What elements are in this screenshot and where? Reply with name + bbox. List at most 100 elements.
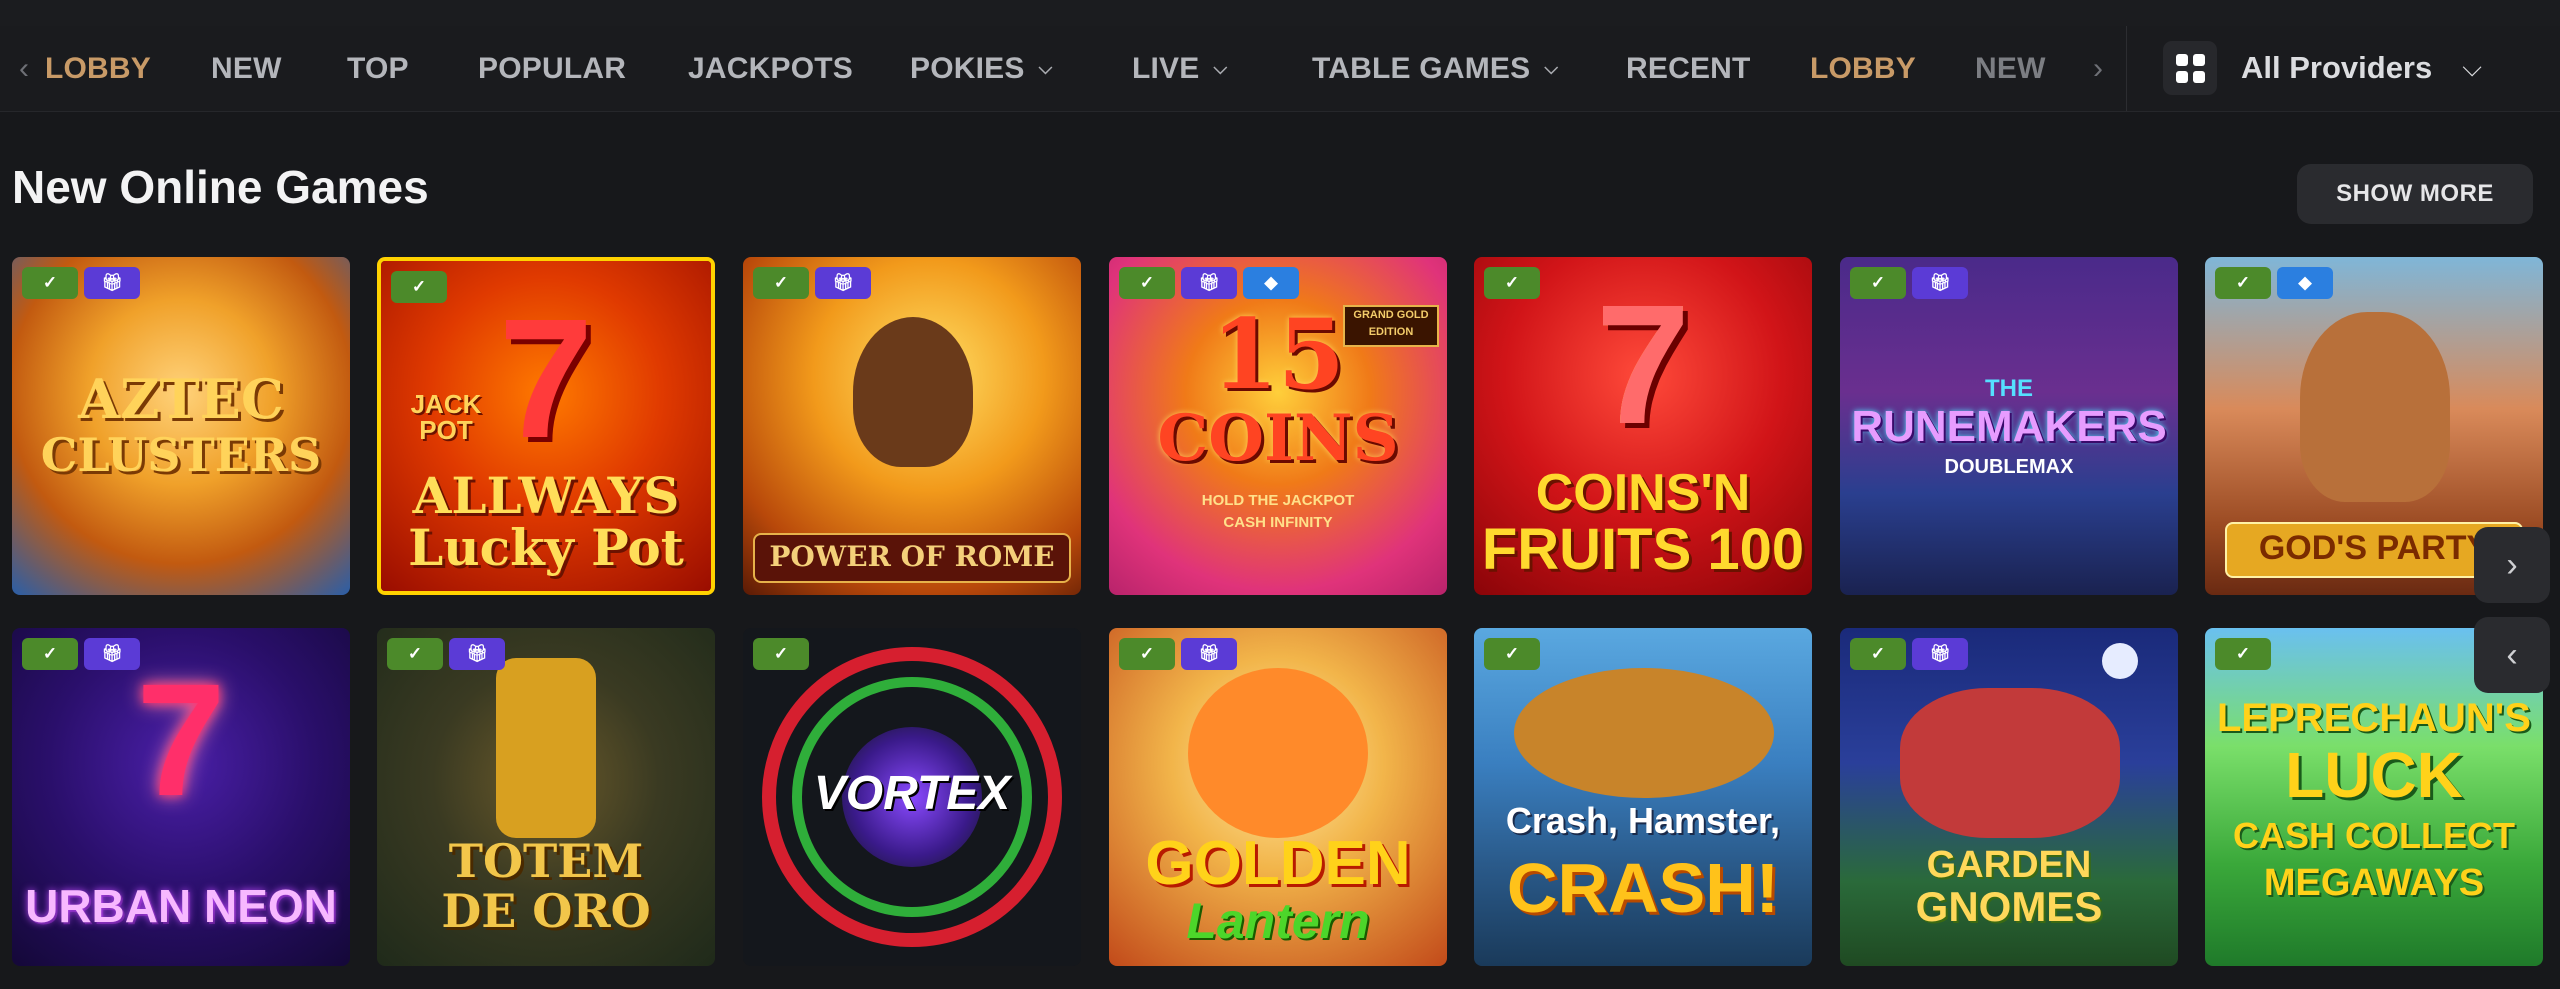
nav-item-new[interactable]: NEW — [211, 26, 282, 111]
nav-items: LOBBY NEW TOP POPULAR JACKPOTS POKIES ⌵ L… — [45, 26, 2080, 111]
game-tile-runemakers[interactable]: ✓ 🎁︎ THE RUNEMAKERS DOUBLEMAX — [1840, 257, 2178, 595]
game-subtitle: DE ORO — [441, 884, 651, 938]
gnomes-figure — [1900, 688, 2120, 838]
game-prefix: THE — [1985, 375, 2033, 402]
game-title: TOTEM — [448, 834, 644, 888]
game-title: VORTEX — [813, 767, 1011, 820]
game-subtitle: CLUSTERS — [40, 428, 322, 482]
god-figure — [2300, 312, 2450, 502]
chevron-left-icon: ‹ — [2506, 635, 2518, 674]
game-title: COINS — [1157, 401, 1399, 476]
check-icon: ✓ — [2215, 638, 2271, 670]
moon-icon — [2102, 643, 2138, 679]
check-icon: ✓ — [22, 267, 78, 299]
gift-icon: 🎁︎ — [1912, 638, 1968, 670]
nav-item-lobby[interactable]: LOBBY — [45, 26, 151, 111]
chevron-right-icon: › — [2506, 545, 2518, 584]
game-number: 15 — [1211, 298, 1345, 411]
game-subtitle: LUCK — [2285, 739, 2463, 811]
gift-icon: 🎁︎ — [84, 638, 140, 670]
game-tile-allways-lucky-pot[interactable]: ✓ JACK POT 7 ALLWAYS Lucky Pot — [377, 257, 715, 595]
nav-divider — [2126, 26, 2127, 111]
check-icon: ✓ — [387, 638, 443, 670]
gift-icon: 🎁︎ — [1912, 267, 1968, 299]
check-icon: ✓ — [391, 271, 447, 303]
game-title: COINS'N — [1535, 464, 1751, 522]
nav-item-lobby-repeat[interactable]: LOBBY — [1810, 26, 1916, 111]
carousel-next-button[interactable]: › — [2474, 527, 2550, 603]
game-title: URBAN NEON — [25, 880, 337, 932]
grid-icon — [2163, 41, 2217, 95]
gift-icon: 🎁︎ — [449, 638, 505, 670]
game-title: Crash, Hamster, — [1505, 800, 1781, 841]
game-title: GOLDEN — [1145, 829, 1411, 898]
gift-icon: 🎁︎ — [1181, 638, 1237, 670]
game-subtitle: Lucky Pot — [408, 518, 684, 577]
hamsters-figure — [1514, 668, 1774, 798]
chevron-down-icon: ⌵ — [1213, 58, 1228, 78]
check-icon: ✓ — [22, 638, 78, 670]
diamond-icon: ◆ — [1243, 267, 1299, 299]
check-icon: ✓ — [1484, 638, 1540, 670]
cat-figure — [1188, 668, 1368, 838]
game-subtitle: DOUBLEMAX — [1944, 456, 2074, 478]
game-title: AZTEC — [78, 367, 284, 431]
gift-icon: 🎁︎ — [1181, 267, 1237, 299]
game-tile-15-coins[interactable]: ✓ 🎁︎ ◆ GRAND GOLD EDITION 15 COINS HOLD … — [1109, 257, 1447, 595]
seven-symbol: 7 — [136, 650, 226, 829]
section-title: New Online Games — [12, 161, 429, 213]
game-tile-vortex[interactable]: ✓ VORTEX — [743, 628, 1081, 966]
gift-icon: 🎁︎ — [84, 267, 140, 299]
gift-icon: 🎁︎ — [815, 267, 871, 299]
nav-item-popular[interactable]: POPULAR — [478, 26, 626, 111]
nav-item-top[interactable]: TOP — [347, 26, 409, 111]
check-icon: ✓ — [1850, 267, 1906, 299]
check-icon: ✓ — [1850, 638, 1906, 670]
game-tile-coins-n-fruits-100[interactable]: ✓ 7 COINS'N FRUITS 100 — [1474, 257, 1812, 595]
game-title: ALLWAYS — [412, 466, 680, 525]
game-title: POWER OF ROME — [769, 540, 1055, 573]
chevron-down-icon: ⌵ — [2462, 52, 2482, 82]
providers-label: All Providers — [2241, 50, 2433, 85]
game-title: LEPRECHAUN'S — [2217, 696, 2531, 740]
top-strip — [0, 0, 2560, 27]
nav-item-live[interactable]: LIVE ⌵ — [1132, 26, 1227, 111]
game-tagline: MEGAWAYS — [2263, 862, 2485, 904]
check-icon: ✓ — [753, 267, 809, 299]
game-subtitle: FRUITS 100 — [1481, 517, 1805, 582]
providers-dropdown[interactable]: All Providers ⌵ — [2163, 40, 2482, 96]
seven-symbol: 7 — [498, 284, 594, 474]
game-tagline: CASH COLLECT — [2233, 815, 2515, 856]
check-icon: ✓ — [1484, 267, 1540, 299]
chevron-down-icon: ⌵ — [1038, 58, 1053, 78]
game-subtitle: CRASH! — [1506, 849, 1780, 927]
game-tile-crash-hamster-crash[interactable]: ✓ Crash, Hamster, CRASH! — [1474, 628, 1812, 966]
chevron-left-icon[interactable]: ‹ — [4, 26, 44, 111]
nav-item-jackpots[interactable]: JACKPOTS — [688, 26, 853, 111]
category-nav: ‹ LOBBY NEW TOP POPULAR JACKPOTS POKIES ⌵… — [0, 26, 2560, 112]
game-subtitle: GNOMES — [1915, 883, 2103, 930]
nav-item-table-games[interactable]: TABLE GAMES ⌵ — [1312, 26, 1558, 111]
check-icon: ✓ — [2215, 267, 2271, 299]
chevron-right-icon[interactable]: › — [2078, 26, 2118, 111]
game-tile-power-of-rome[interactable]: ✓ 🎁︎ POWER OF ROME — [743, 257, 1081, 595]
game-tile-totem-de-oro[interactable]: ✓ 🎁︎ TOTEM DE ORO — [377, 628, 715, 966]
diamond-icon: ◆ — [2277, 267, 2333, 299]
nav-item-pokies[interactable]: POKIES ⌵ — [910, 26, 1052, 111]
game-subtitle: Lantern — [1186, 893, 1370, 949]
game-title: GARDEN — [1926, 844, 2092, 886]
game-tile-urban-neon[interactable]: ✓ 🎁︎ 7 URBAN NEON — [12, 628, 350, 966]
show-more-button[interactable]: SHOW MORE — [2297, 164, 2533, 224]
check-icon: ✓ — [1119, 267, 1175, 299]
totem-figure — [496, 658, 596, 838]
nav-item-new-repeat[interactable]: NEW — [1975, 26, 2046, 111]
game-title: RUNEMAKERS — [1851, 402, 2167, 451]
game-tile-garden-gnomes[interactable]: ✓ 🎁︎ GARDEN GNOMES — [1840, 628, 2178, 966]
game-tile-aztec-clusters[interactable]: ✓ 🎁︎ AZTEC CLUSTERS — [12, 257, 350, 595]
warrior-figure — [853, 317, 973, 467]
game-tile-golden-lantern[interactable]: ✓ 🎁︎ GOLDEN Lantern — [1109, 628, 1447, 966]
carousel-prev-button[interactable]: ‹ — [2474, 617, 2550, 693]
game-tagline: HOLD THE JACKPOT — [1201, 492, 1355, 509]
check-icon: ✓ — [753, 638, 809, 670]
nav-item-recent[interactable]: RECENT — [1626, 26, 1751, 111]
